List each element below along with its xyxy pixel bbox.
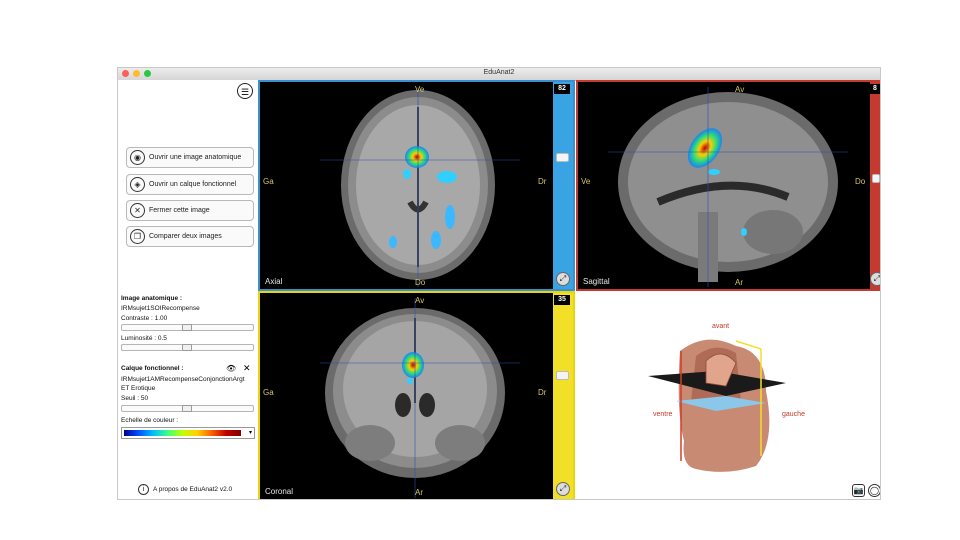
chevron-down-icon: ▾: [248, 430, 252, 436]
info-icon: i: [138, 484, 149, 495]
contrast-slider-knob[interactable]: [182, 324, 192, 331]
layer-eye-icon: ◈: [130, 177, 145, 192]
close-circle-icon: ✕: [130, 203, 145, 218]
compare-icon: ❐: [130, 229, 145, 244]
coronal-slice-number: 35: [554, 295, 570, 305]
close-image-label: Fermer cette image: [149, 207, 210, 214]
colorscale-gradient: [124, 430, 241, 436]
colorscale-label: Echelle de couleur :: [121, 417, 179, 424]
contrast-slider[interactable]: [121, 324, 254, 331]
open-anatomical-button[interactable]: ◉ Ouvrir une image anatomique: [126, 147, 254, 168]
sidebar: ☰ ◉ Ouvrir une image anatomique ◈ Ouvrir…: [118, 80, 258, 499]
sagittal-left-label: Ve: [581, 177, 591, 186]
brightness-label: Luminosité : 0.5: [121, 335, 167, 342]
sagittal-bottom-label: Ar: [735, 278, 743, 287]
axial-slice-number: 82: [554, 84, 570, 94]
eye-open-icon: ◉: [130, 150, 145, 165]
3d-view[interactable]: avant ventre gauche 📷 ◯: [576, 291, 880, 499]
sagittal-slice-slider[interactable]: 8 ⤢: [870, 82, 880, 289]
sidebar-toggle-icon[interactable]: ☰: [237, 83, 253, 99]
close-layer-icon[interactable]: ✕: [243, 363, 251, 374]
axial-slice-slider[interactable]: 82 ⤢: [553, 82, 573, 289]
coronal-view[interactable]: Av Ar Ga Dr Coronal 35 ⤢: [258, 291, 575, 499]
axial-top-label: Ve: [415, 85, 425, 94]
sagittal-slice-thumb[interactable]: [872, 174, 880, 183]
threshold-slider-knob[interactable]: [182, 405, 192, 412]
3d-front-label: avant: [712, 323, 730, 330]
open-functional-label: Ouvrir un calque fonctionnel: [149, 181, 237, 188]
axial-slice-thumb[interactable]: [556, 153, 569, 162]
functional-heading: Calque fonctionnel :: [121, 365, 184, 372]
anatomical-heading: Image anatomique :: [121, 295, 183, 302]
reset-view-icon[interactable]: ◯: [868, 484, 880, 497]
compare-images-label: Comparer deux images: [149, 233, 222, 240]
sagittal-fullscreen-icon[interactable]: ⤢: [870, 272, 880, 286]
functional-filename-2: ET Erotique: [121, 385, 156, 392]
threshold-slider[interactable]: [121, 405, 254, 412]
sagittal-slice-number: 8: [870, 84, 880, 94]
close-image-button[interactable]: ✕ Fermer cette image: [126, 200, 254, 221]
sagittal-right-label: Do: [855, 177, 866, 186]
3d-left-label: ventre: [653, 411, 673, 418]
coronal-brain-image: [320, 298, 520, 498]
coronal-top-label: Av: [415, 296, 425, 305]
anatomical-filename: IRMsujet1SOIRecompense: [121, 305, 200, 312]
axial-bottom-label: Do: [415, 278, 426, 287]
axial-view[interactable]: Ve Do Ga Dr Axial 82 ⤢: [258, 80, 575, 291]
coronal-view-name: Coronal: [265, 487, 294, 496]
coronal-right-label: Dr: [538, 388, 547, 397]
about-label: A propos de EduAnat2 v2.0: [153, 486, 233, 493]
colorscale-select[interactable]: ▾: [121, 427, 255, 439]
contrast-label: Contraste : 1.00: [121, 315, 168, 322]
about-link[interactable]: i A propos de EduAnat2 v2.0: [138, 484, 232, 495]
app-window: EduAnat2 ☰ ◉ Ouvrir une image anatomique…: [117, 67, 881, 500]
sagittal-view-name: Sagittal: [583, 277, 610, 286]
sagittal-view[interactable]: Av Ar Ve Do Sagittal 8 ⤢: [576, 80, 880, 291]
axial-view-name: Axial: [265, 277, 283, 286]
compare-images-button[interactable]: ❐ Comparer deux images: [126, 226, 254, 247]
brightness-slider-knob[interactable]: [182, 344, 192, 351]
coronal-left-label: Ga: [263, 388, 274, 397]
window-title: EduAnat2: [483, 69, 515, 76]
coronal-bottom-label: Ar: [415, 488, 423, 497]
axial-left-label: Ga: [263, 177, 274, 186]
brightness-slider[interactable]: [121, 344, 254, 351]
coronal-slice-thumb[interactable]: [556, 371, 569, 380]
eye-icon[interactable]: 👁: [226, 364, 236, 373]
camera-icon[interactable]: 📷: [852, 484, 865, 497]
3d-right-label: gauche: [782, 411, 805, 418]
sagittal-brain-image: [608, 87, 848, 287]
axial-fullscreen-icon[interactable]: ⤢: [556, 272, 570, 286]
sagittal-top-label: Av: [735, 85, 745, 94]
open-anatomical-label: Ouvrir une image anatomique: [149, 154, 242, 161]
axial-right-label: Dr: [538, 177, 547, 186]
functional-filename: IRMsujet1AMRecompenseConjonctionArgt: [121, 376, 245, 383]
threshold-label: Seuil : 50: [121, 395, 149, 402]
open-functional-button[interactable]: ◈ Ouvrir un calque fonctionnel: [126, 174, 254, 195]
coronal-fullscreen-icon[interactable]: ⤢: [556, 482, 570, 496]
coronal-slice-slider[interactable]: 35 ⤢: [553, 293, 573, 499]
axial-brain-image: [320, 87, 520, 287]
